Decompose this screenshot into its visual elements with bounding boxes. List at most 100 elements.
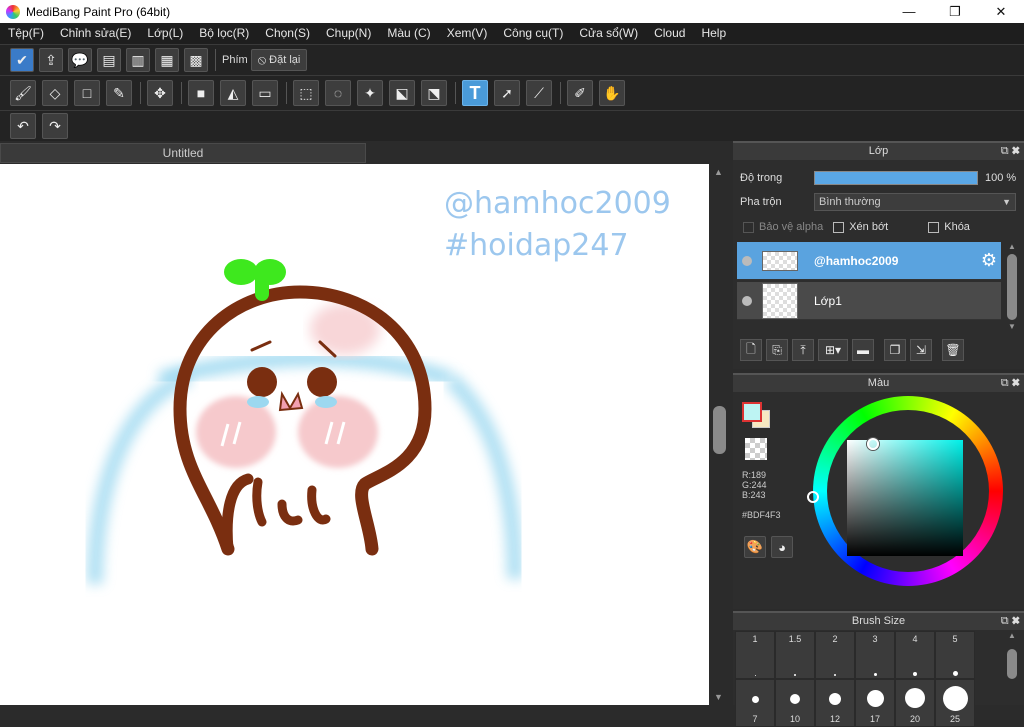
- clipping-checkbox[interactable]: [833, 221, 845, 233]
- scroll-up-icon[interactable]: ▲: [1008, 631, 1016, 640]
- undo-icon[interactable]: ↶: [10, 113, 36, 139]
- brush-size-label: 25: [949, 714, 960, 724]
- brush-size-cell[interactable]: 17: [855, 679, 895, 727]
- eraser-tool-icon[interactable]: ◇: [42, 80, 68, 106]
- document-tab[interactable]: Untitled: [0, 143, 366, 163]
- gradient-tool-icon[interactable]: ▭: [252, 80, 278, 106]
- brush-size-scrollbar[interactable]: ▲: [1004, 631, 1020, 705]
- protect-alpha-checkbox[interactable]: [743, 221, 754, 233]
- select-pen-tool-icon[interactable]: ⬕: [389, 80, 415, 106]
- divide-tool-icon[interactable]: ⟋: [526, 80, 552, 106]
- minimize-button[interactable]: —: [886, 0, 932, 23]
- menu-window[interactable]: Cửa sổ(W): [571, 23, 646, 44]
- brush-size-cell[interactable]: 2: [815, 631, 855, 679]
- scroll-thumb[interactable]: [1007, 254, 1017, 320]
- new-raster-layer-icon[interactable]: ⎘: [766, 339, 788, 361]
- panel-close-icon[interactable]: ⧉ ✖: [1001, 375, 1020, 392]
- dot-pen-tool-icon[interactable]: ✎: [106, 80, 132, 106]
- scroll-up-icon[interactable]: ▲: [714, 167, 723, 177]
- cloud-save-icon[interactable]: ✔: [10, 48, 34, 72]
- brush-size-cell[interactable]: 1.5: [775, 631, 815, 679]
- menu-tools[interactable]: Công cụ(T): [495, 23, 571, 44]
- brush-size-dot: [905, 688, 925, 708]
- hand-tool-icon[interactable]: ✋: [599, 80, 625, 106]
- sv-picker-cursor[interactable]: [867, 438, 879, 450]
- brush-size-dot: [754, 675, 756, 676]
- menu-cloud[interactable]: Cloud: [646, 23, 693, 44]
- menu-color[interactable]: Màu (C): [379, 23, 438, 44]
- visibility-icon[interactable]: [742, 255, 752, 266]
- canvas-scrollbar[interactable]: ▲ ▼: [709, 164, 730, 705]
- new-layer-icon[interactable]: 🗋: [740, 339, 762, 361]
- scroll-thumb[interactable]: [1007, 649, 1017, 679]
- scroll-down-icon[interactable]: ▼: [1008, 322, 1016, 331]
- bucket-tool-icon[interactable]: ◭: [220, 80, 246, 106]
- panel-close-icon[interactable]: ⧉ ✖: [1001, 613, 1020, 630]
- palette-edit-icon[interactable]: ◕: [771, 536, 793, 558]
- menu-help[interactable]: Help: [693, 23, 734, 44]
- panel-close-icon[interactable]: ⧉ ✖: [1001, 143, 1020, 160]
- duplicate-layer-icon[interactable]: ❐: [884, 339, 906, 361]
- brush-size-cell[interactable]: 4: [895, 631, 935, 679]
- grid-edit-icon[interactable]: ▩: [184, 48, 208, 72]
- protect-alpha-label: Bảo vệ alpha: [759, 221, 824, 233]
- menu-layer[interactable]: Lớp(L): [139, 23, 191, 44]
- fill-rect-tool-icon[interactable]: ■: [188, 80, 214, 106]
- brush-size-cell[interactable]: 3: [855, 631, 895, 679]
- layers-scrollbar[interactable]: ▲ ▼: [1004, 242, 1020, 334]
- drawing-canvas[interactable]: @hamhoc2009 #hoidap247: [0, 164, 709, 705]
- add-layer-menu-icon[interactable]: ⊞▾: [818, 339, 848, 361]
- scroll-down-icon[interactable]: ▼: [714, 692, 723, 702]
- palette-icon[interactable]: 🎨: [744, 536, 766, 558]
- foreground-color-swatch[interactable]: [742, 402, 762, 422]
- menu-select[interactable]: Chọn(S): [257, 23, 318, 44]
- lasso-tool-icon[interactable]: ◌: [325, 80, 351, 106]
- share-icon[interactable]: ⇪: [39, 48, 63, 72]
- gear-icon[interactable]: ⚙: [981, 250, 997, 271]
- layer-item[interactable]: Lớp1: [737, 282, 1001, 320]
- menu-filter[interactable]: Bộ lọc(R): [191, 23, 257, 44]
- menu-file[interactable]: Tệp(F): [0, 23, 52, 44]
- opacity-slider[interactable]: [814, 171, 978, 185]
- reset-button[interactable]: ⦸ Đặt lại: [250, 49, 308, 71]
- page-icon[interactable]: ▥: [126, 48, 150, 72]
- menu-edit[interactable]: Chỉnh sửa(E): [52, 23, 139, 44]
- comment-icon[interactable]: ▤: [97, 48, 121, 72]
- scroll-thumb[interactable]: [713, 406, 726, 454]
- text-tool-icon[interactable]: T: [462, 80, 488, 106]
- brush-size-cell[interactable]: 10: [775, 679, 815, 727]
- rect-select-tool-icon[interactable]: ⬚: [293, 80, 319, 106]
- brush-size-cell[interactable]: 5: [935, 631, 975, 679]
- folder-icon[interactable]: ▬: [852, 339, 874, 361]
- layer-item[interactable]: @hamhoc2009 ⚙: [737, 242, 1001, 280]
- brush-size-cell[interactable]: 20: [895, 679, 935, 727]
- lock-checkbox[interactable]: [928, 221, 940, 233]
- transparent-color-swatch[interactable]: [745, 438, 767, 460]
- panel-layout-icon[interactable]: ▦: [155, 48, 179, 72]
- brush-size-cell[interactable]: 7: [735, 679, 775, 727]
- scroll-up-icon[interactable]: ▲: [1008, 242, 1016, 251]
- merge-layer-icon[interactable]: ⇲: [910, 339, 932, 361]
- brush-size-cell[interactable]: 1: [735, 631, 775, 679]
- speech-bubble-icon[interactable]: 💬: [68, 48, 92, 72]
- eyedropper-tool-icon[interactable]: ✐: [567, 80, 593, 106]
- brush-size-cell[interactable]: 12: [815, 679, 855, 727]
- move-tool-icon[interactable]: ✥: [147, 80, 173, 106]
- new-halftone-layer-icon[interactable]: ⤒: [792, 339, 814, 361]
- operation-tool-icon[interactable]: ➚: [494, 80, 520, 106]
- hue-picker-cursor[interactable]: [807, 491, 819, 503]
- rectangle-tool-icon[interactable]: □: [74, 80, 100, 106]
- select-eraser-tool-icon[interactable]: ⬔: [421, 80, 447, 106]
- maximize-button[interactable]: ❐: [932, 0, 978, 23]
- blend-mode-select[interactable]: Bình thường ▼: [814, 193, 1016, 211]
- saturation-value-square[interactable]: [847, 440, 963, 556]
- magic-wand-tool-icon[interactable]: ✦: [357, 80, 383, 106]
- redo-icon[interactable]: ↷: [42, 113, 68, 139]
- visibility-icon[interactable]: [742, 295, 752, 306]
- brush-tool-icon[interactable]: 🖌: [10, 80, 36, 106]
- brush-size-cell[interactable]: 25: [935, 679, 975, 727]
- close-button[interactable]: ✕: [978, 0, 1024, 23]
- menu-snap[interactable]: Chụp(N): [318, 23, 379, 44]
- trash-icon[interactable]: 🗑: [942, 339, 964, 361]
- menu-view[interactable]: Xem(V): [439, 23, 496, 44]
